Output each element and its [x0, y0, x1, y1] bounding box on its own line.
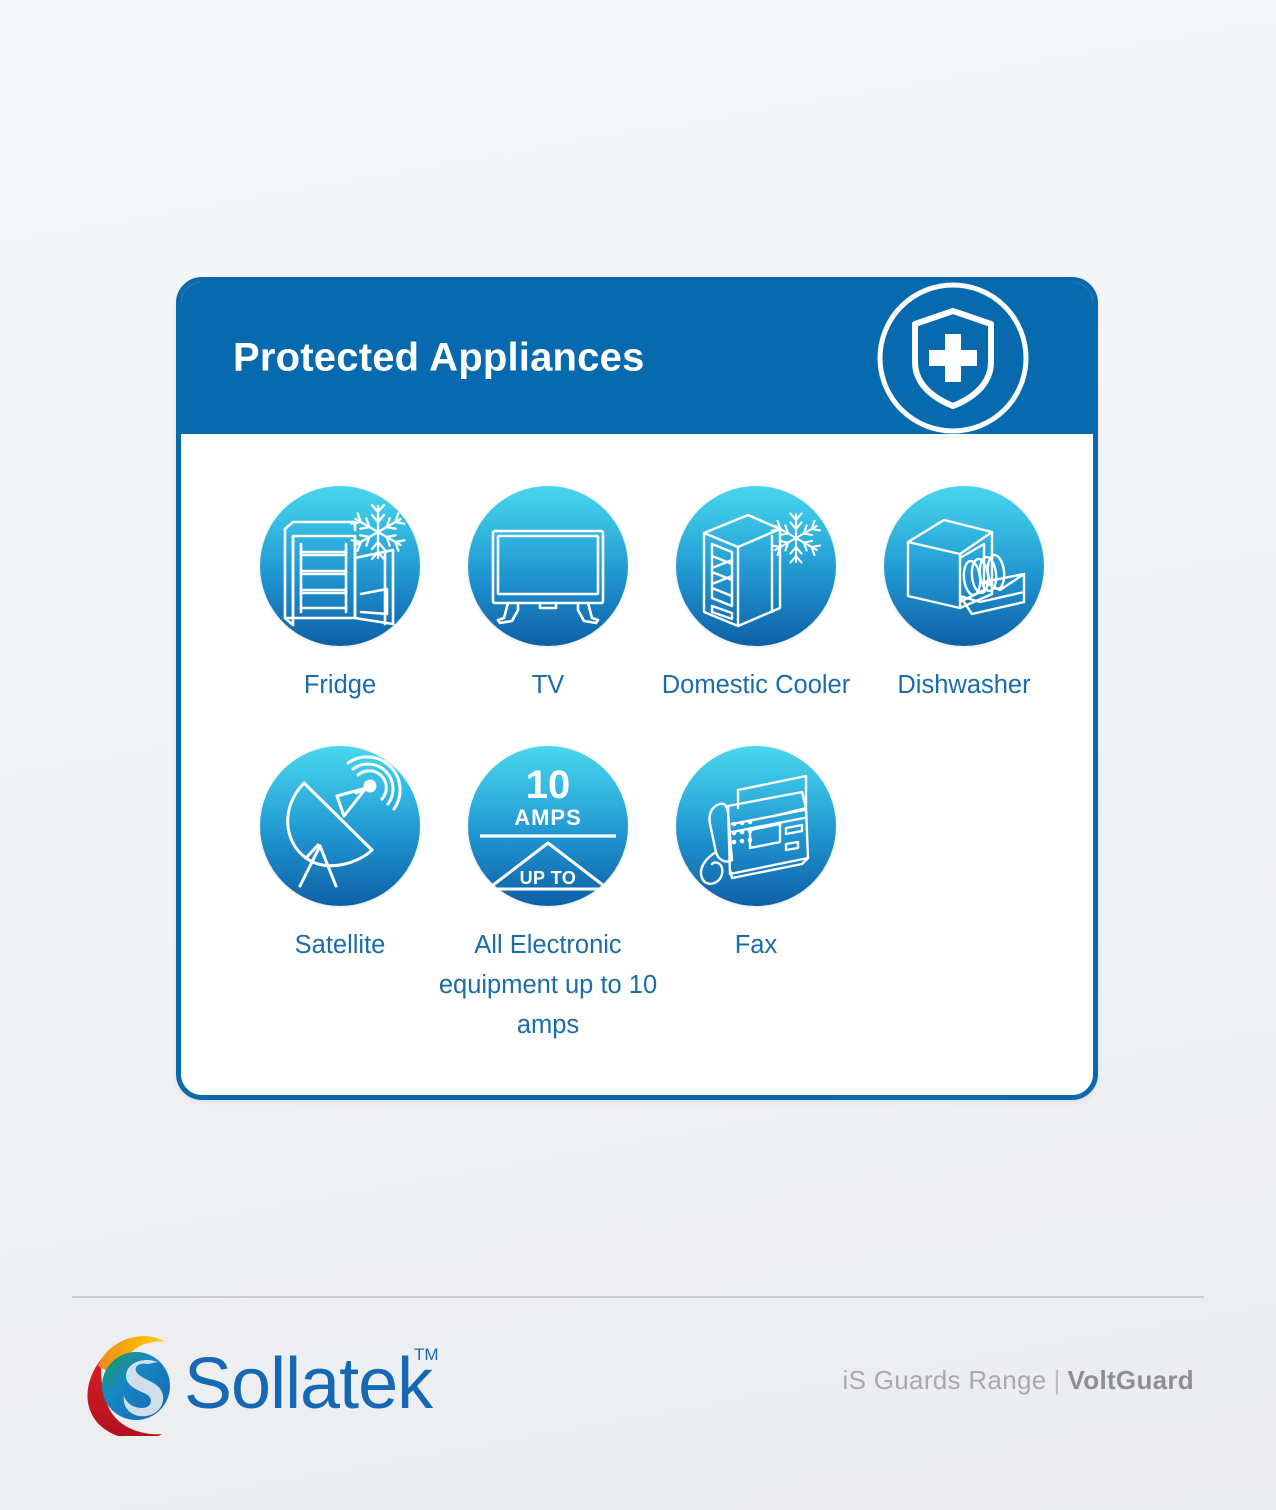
- appliance-label: Satellite: [294, 931, 386, 959]
- shield-plus-icon: [873, 282, 1033, 438]
- appliance-item-fax[interactable]: Fax: [652, 746, 860, 1045]
- page-title: Protected Appliances: [233, 335, 645, 380]
- card-body: Fridge TV Domestic Cooler Dishwasher Sat…: [181, 434, 1093, 1095]
- tv-icon: [468, 486, 628, 646]
- page-footer: Sollatek TM iS Guards Range | VoltGuard: [0, 1322, 1276, 1442]
- amps-qualifier: UP TO: [520, 868, 577, 888]
- dishwasher-icon: [884, 486, 1044, 646]
- product-label: VoltGuard: [1067, 1365, 1194, 1395]
- appliance-item-fridge[interactable]: Fridge: [236, 486, 444, 705]
- fridge-icon: [260, 486, 420, 646]
- appliance-label: Fax: [734, 931, 778, 959]
- appliance-item-all-electronic[interactable]: 10 AMPS UP TO All Electronic equipment u…: [439, 746, 657, 1045]
- appliance-label: Domestic Cooler: [661, 671, 851, 699]
- sollatek-logo[interactable]: Sollatek TM: [76, 1326, 496, 1440]
- appliance-label: Fridge: [303, 671, 377, 699]
- card-header: Protected Appliances: [181, 282, 1093, 434]
- amps-value: 10: [526, 763, 571, 807]
- appliance-row: Fridge TV Domestic Cooler Dishwasher: [236, 486, 1068, 705]
- protected-appliances-card: Protected Appliances Fridge TV Domestic …: [176, 277, 1098, 1100]
- appliance-item-dishwasher[interactable]: Dishwasher: [860, 486, 1068, 705]
- range-label: iS Guards Range: [842, 1365, 1047, 1395]
- domestic-cooler-icon: [676, 486, 836, 646]
- footer-divider: [72, 1296, 1204, 1298]
- logo-wordmark: Sollatek: [184, 1344, 434, 1424]
- appliance-item-satellite[interactable]: Satellite: [236, 746, 444, 1045]
- appliance-row: Satellite 10 AMPS UP TO All Electronic e…: [236, 746, 860, 1045]
- appliance-label: TV: [531, 671, 565, 699]
- amps-unit: AMPS: [514, 805, 582, 830]
- appliance-item-domestic-cooler[interactable]: Domestic Cooler: [652, 486, 860, 705]
- appliance-item-tv[interactable]: TV: [444, 486, 652, 705]
- separator: |: [1053, 1365, 1061, 1395]
- ten-amps-icon: 10 AMPS UP TO: [468, 746, 628, 906]
- footer-product-line: iS Guards Range | VoltGuard: [843, 1365, 1194, 1396]
- fax-machine-icon: [676, 746, 836, 906]
- appliance-label: Dishwasher: [897, 671, 1031, 699]
- appliance-label: All Electronic equipment up to 10 amps: [438, 931, 658, 1040]
- satellite-dish-icon: [260, 746, 420, 906]
- logo-trademark: TM: [414, 1345, 439, 1364]
